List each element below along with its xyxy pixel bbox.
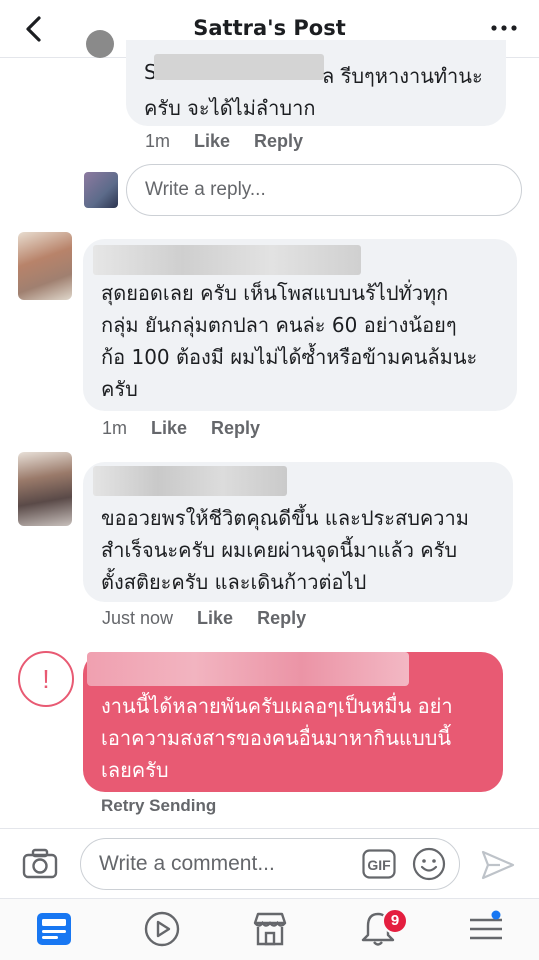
comment-text: สุดยอดเลย ครับ เห็นโพสแบบนร้ไปทั่วทุก กล…	[101, 281, 478, 401]
retry-sending-button[interactable]: Retry Sending	[101, 796, 216, 816]
reply-placeholder: Write a reply...	[145, 179, 266, 200]
comment-placeholder: Write a comment...	[99, 852, 275, 875]
comment-input[interactable]: Write a comment... GIF	[80, 838, 460, 890]
redacted-name	[87, 652, 409, 686]
gif-icon[interactable]: GIF	[362, 849, 396, 879]
failed-comment-bubble[interactable]: งานนี้ได้หลายพันครับเผลอๆเป็นหมื่น อย่า …	[83, 652, 503, 792]
comment-bubble[interactable]: S ล รีบๆหางานทำนะ ครับ จะได้ไม่ลำบาก	[126, 40, 506, 126]
send-icon[interactable]	[480, 849, 516, 881]
comment-text: ครับ จะได้ไม่ลำบาก	[144, 96, 316, 120]
like-button[interactable]: Like	[194, 131, 230, 152]
comment-actions: Just now Like Reply	[102, 608, 306, 629]
alert-mark: !	[42, 664, 49, 694]
reply-button[interactable]: Reply	[211, 418, 260, 439]
avatar[interactable]	[18, 232, 72, 300]
notification-badge: 9	[382, 908, 408, 934]
comment-composer: Write a comment... GIF	[0, 828, 539, 898]
comment-time: 1m	[145, 131, 171, 151]
comment-actions: 1m Like Reply	[102, 418, 260, 439]
like-button[interactable]: Like	[197, 608, 233, 629]
menu-icon[interactable]	[466, 909, 506, 949]
comment-text: ล รีบๆหางานทำนะ	[322, 64, 483, 88]
my-avatar	[84, 172, 118, 208]
comment-text: งานนี้ได้หลายพันครับเผลอๆเป็นหมื่น อย่า …	[101, 694, 453, 782]
avatar[interactable]	[86, 30, 114, 58]
comment-actions: 1m Like Reply	[145, 131, 303, 152]
page-title: Sattra's Post	[193, 16, 346, 40]
reply-input[interactable]: Write a reply...	[126, 164, 522, 216]
comment-time: Just now	[102, 608, 174, 628]
comment-bubble[interactable]: สุดยอดเลย ครับ เห็นโพสแบบนร้ไปทั่วทุก กล…	[83, 239, 517, 411]
emoji-icon[interactable]	[412, 847, 446, 881]
comment-bubble[interactable]: ขออวยพรให้ชีวิตคุณดีขึ้น และประสบความ สำ…	[83, 462, 513, 602]
redacted-name	[93, 245, 361, 275]
gif-label: GIF	[367, 857, 391, 873]
news-feed-icon[interactable]	[34, 909, 74, 949]
watch-video-icon[interactable]	[142, 909, 182, 949]
marketplace-icon[interactable]	[250, 909, 290, 949]
redacted-name	[93, 466, 287, 496]
avatar[interactable]	[18, 452, 72, 526]
bottom-tab-bar	[0, 898, 539, 960]
more-options-icon[interactable]	[489, 18, 519, 38]
camera-icon[interactable]	[22, 847, 58, 881]
like-button[interactable]: Like	[151, 418, 187, 439]
alert-icon[interactable]: !	[17, 650, 75, 708]
redacted-name	[154, 54, 324, 80]
reply-button[interactable]: Reply	[254, 131, 303, 152]
comment-time: 1m	[102, 418, 128, 438]
reply-button[interactable]: Reply	[257, 608, 306, 629]
comment-text: ขออวยพรให้ชีวิตคุณดีขึ้น และประสบความ สำ…	[101, 506, 469, 594]
